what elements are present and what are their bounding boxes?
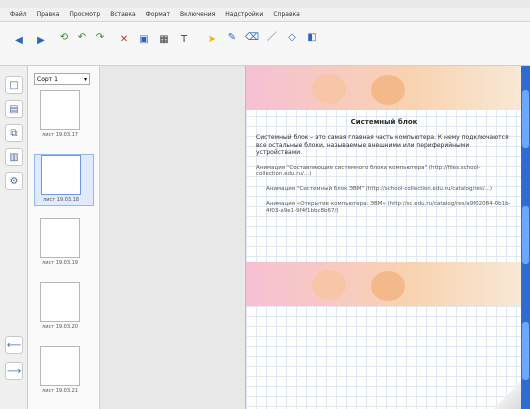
thumbnail-item-selected[interactable]: лист 19.03.18 [34,154,94,206]
expand-icon[interactable]: ⟶ [5,362,23,380]
gallery-icon[interactable]: ▤ [5,100,23,118]
page-sorter-icon[interactable]: □ [5,76,23,94]
new-page-icon[interactable]: ⟲ [56,30,72,46]
thumbnail-label: лист 19.03.21 [42,388,78,394]
left-tool-strip: □ ▤ ⧉ ▥ ⚙ ⟵ ⟶ [0,66,28,409]
back-icon[interactable]: ◀ [10,32,28,50]
thumbnail-image [40,90,80,130]
chevron-down-icon: ▾ [83,75,87,83]
right-panel-tab[interactable] [522,206,529,264]
slide-link-text[interactable]: Анимация "Составляющие системного блока … [256,165,512,179]
slide-content: Системный блок Системный блок – это сама… [256,118,512,223]
girl-illustration [312,74,346,104]
right-panel-tab[interactable] [522,90,529,148]
addons-icon[interactable]: ⚙ [5,172,23,190]
boy-illustration [371,75,405,105]
page-thumbnails-panel: Сорт 1 ▾ лист 19.03.17 лист 19.03.18 лис… [28,66,125,409]
slide-page[interactable]: Системный блок Системный блок – это сама… [245,66,521,409]
undo-icon[interactable]: ↶ [74,30,90,46]
pen-icon[interactable]: ✎ [224,30,240,46]
menu-edit[interactable]: Правка [37,11,60,18]
thumbnail-item[interactable]: лист 19.03.21 [34,346,94,398]
menu-include[interactable]: Включения [180,11,215,18]
slide-title: Системный блок [350,118,418,126]
screen-shade-icon[interactable]: ▣ [136,32,152,48]
thumbnail-label: лист 19.03.17 [42,132,78,138]
menu-help[interactable]: Справка [273,11,299,18]
slide-link-text[interactable]: Анимация «Открытие компьютера: ЭВМ» (htt… [266,201,512,215]
thumbnail-item[interactable]: лист 19.03.20 [34,282,94,334]
thumbnail-item[interactable]: лист 19.03.17 [34,90,94,142]
page-sort-select[interactable]: Сорт 1 ▾ [34,73,90,85]
menu-addons[interactable]: Надстройки [225,11,263,18]
menu-format[interactable]: Формат [146,11,170,18]
slide-link-text[interactable]: Анимация "Системный блок ЭВМ" (http://sc… [266,186,512,193]
line-icon[interactable]: ／ [264,30,280,46]
menu-view[interactable]: Просмотр [69,11,100,18]
table-icon[interactable]: ▦ [156,32,172,48]
thumbnail-image [40,282,80,322]
fill-icon[interactable]: ◧ [304,30,320,46]
properties-icon[interactable]: ▥ [5,148,23,166]
toolbar: ◀ ▶ ⟲ ↶ ↷ ✕ ▣ ▦ T ➤ ✎ ⌫ ／ ◇ ◧ [0,22,530,66]
shape-icon[interactable]: ◇ [284,30,300,46]
boy-illustration [371,271,405,301]
menu-bar: Файл Правка Просмотр Вставка Формат Вклю… [0,8,530,22]
thumbnail-label: лист 19.03.18 [43,197,79,203]
menu-insert[interactable]: Вставка [110,11,135,18]
thumbnail-item[interactable]: лист 19.03.19 [34,218,94,270]
thumbnail-image [41,155,81,195]
right-side-panel [521,66,530,409]
thumbnail-label: лист 19.03.20 [42,324,78,330]
workspace-background [100,66,245,409]
eraser-icon[interactable]: ⌫ [244,30,260,46]
delete-icon[interactable]: ✕ [116,32,132,48]
redo-icon[interactable]: ↷ [92,30,108,46]
slide-paragraph: Системный блок – это самая главная часть… [256,134,509,156]
slide-bottom-banner [246,262,521,306]
slide-top-banner [246,66,521,110]
text-icon[interactable]: T [176,32,192,48]
page-sort-value: Сорт 1 [37,75,58,83]
thumbnail-image [40,218,80,258]
attachments-icon[interactable]: ⧉ [5,124,23,142]
menu-file[interactable]: Файл [10,11,27,18]
top-window-bar [0,0,530,8]
pointer-icon[interactable]: ➤ [204,32,220,48]
girl-illustration [312,270,346,300]
thumbnail-image [40,346,80,386]
right-panel-tab[interactable] [522,322,529,380]
collapse-icon[interactable]: ⟵ [5,336,23,354]
forward-icon[interactable]: ▶ [32,32,50,50]
thumbnail-label: лист 19.03.19 [42,260,78,266]
